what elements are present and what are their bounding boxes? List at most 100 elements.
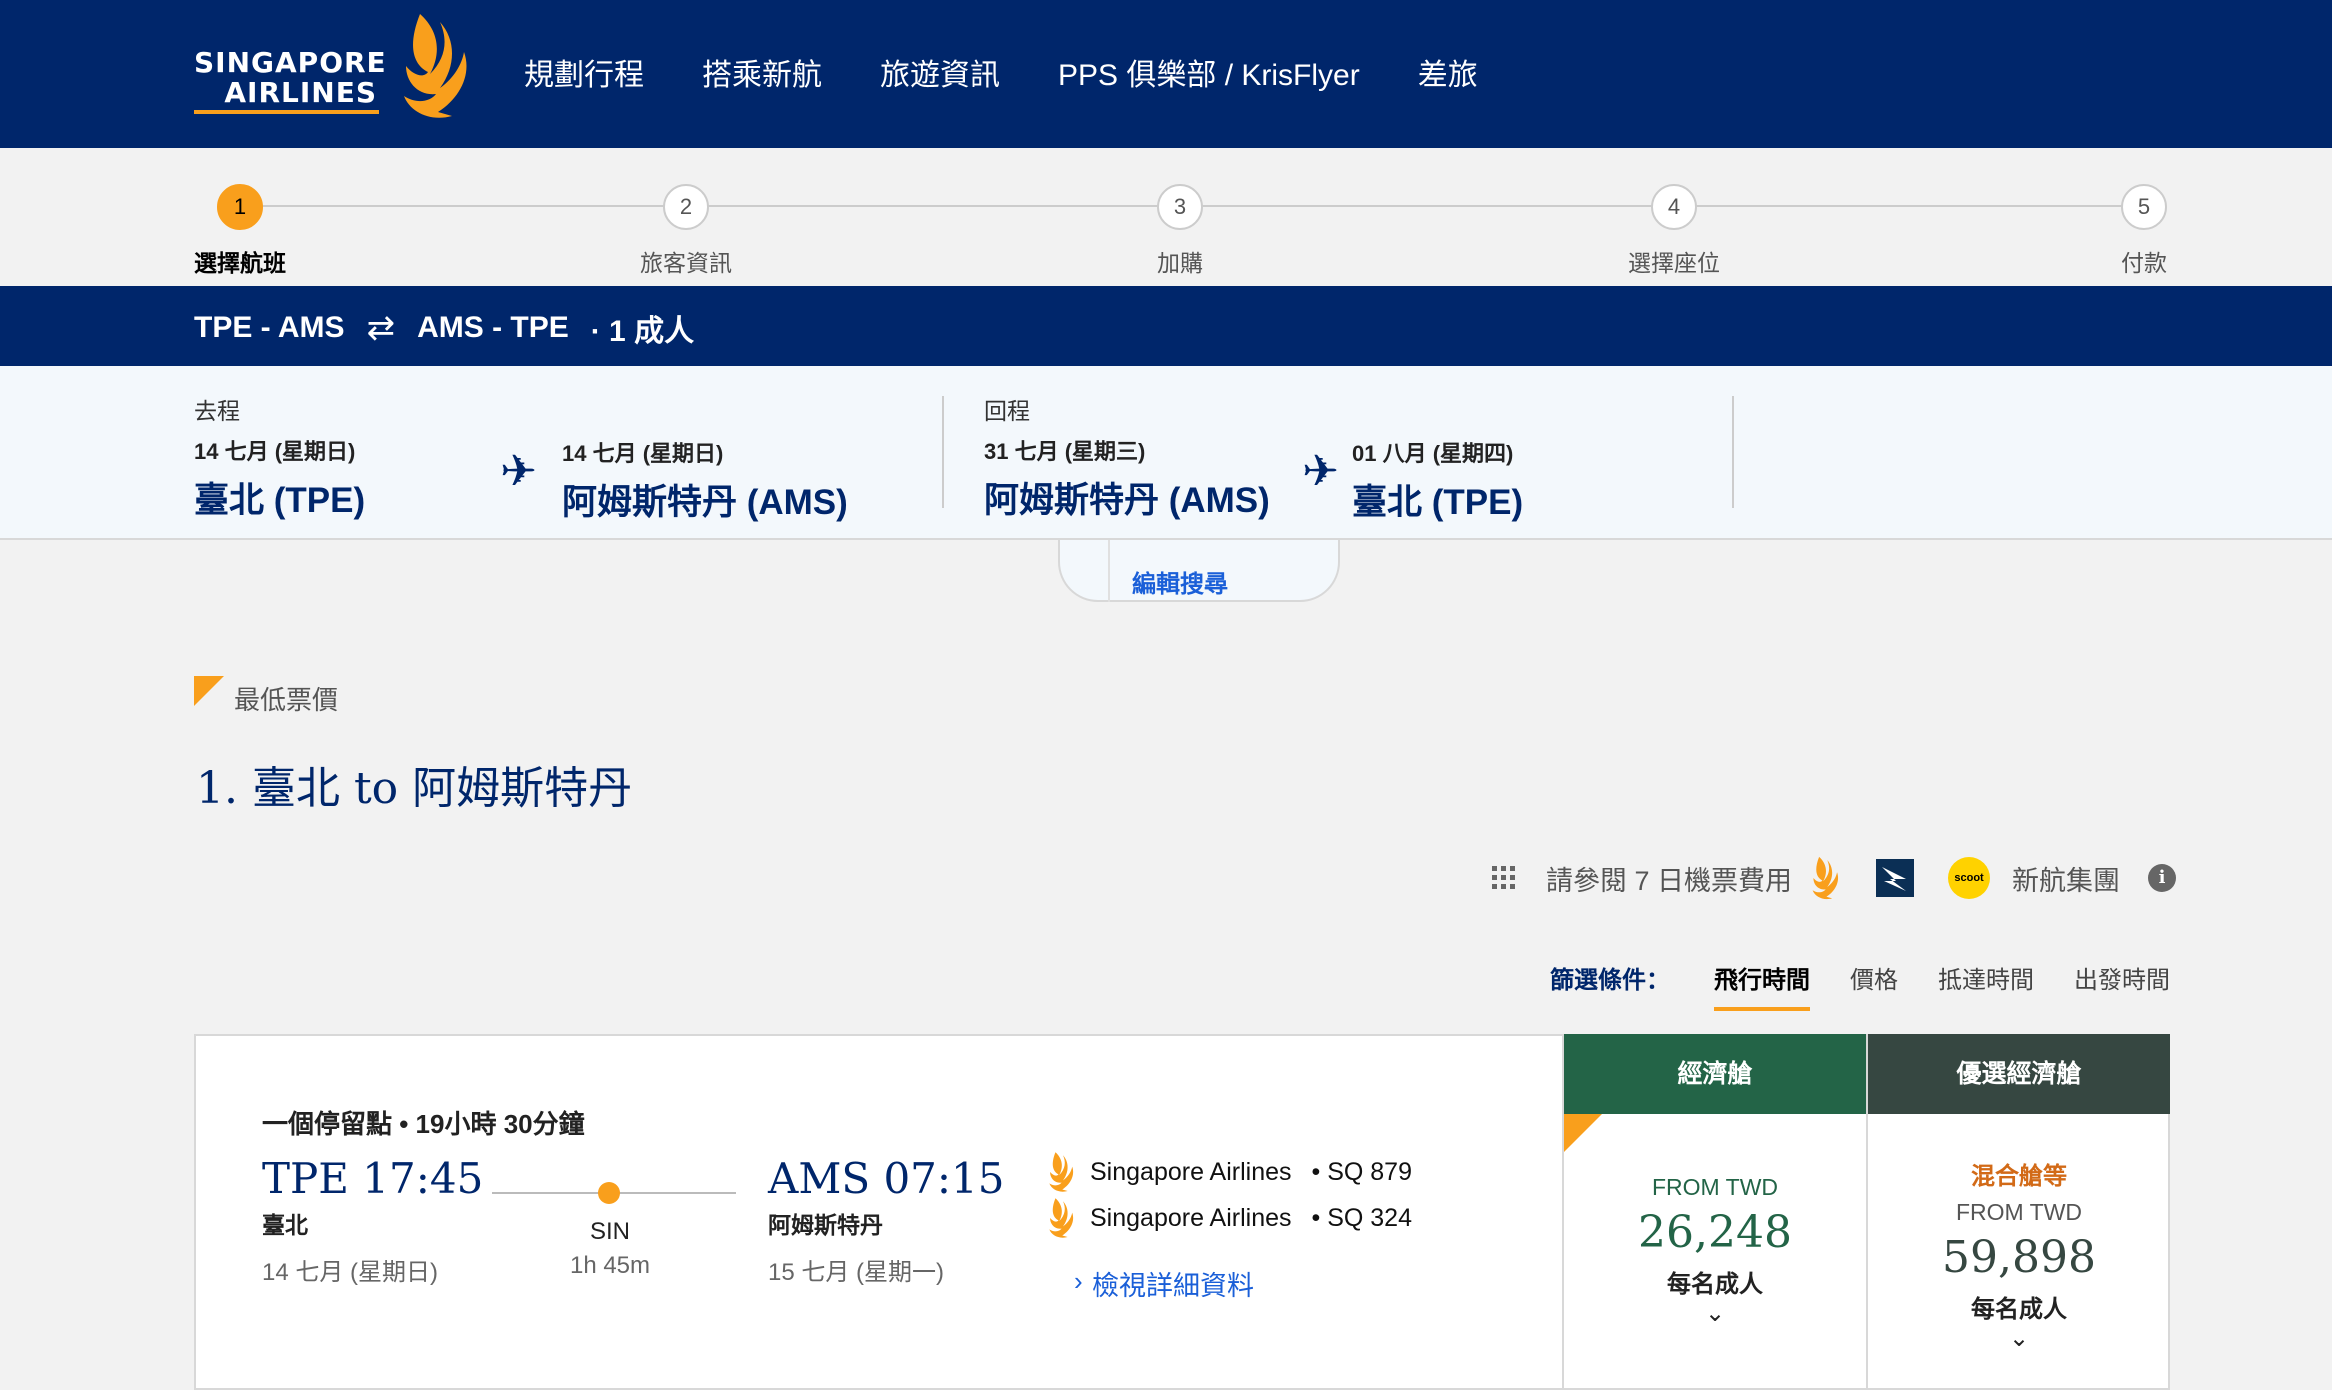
- nav-business-travel[interactable]: 差旅: [1418, 50, 1478, 94]
- chevron-down-icon: ⌄: [1704, 1300, 1726, 1327]
- return-dep-date: 31 七月 (星期三): [984, 439, 1146, 464]
- arrival-time: AMS 07:15: [768, 1154, 1005, 1203]
- premium-price: 59,898: [1942, 1232, 2096, 1283]
- route-summary-bar: TPE - AMS ⇄ AMS - TPE · 1 成人: [0, 286, 2332, 366]
- lowest-fare-label: 最低票價: [234, 685, 339, 715]
- swap-icon: ⇄: [366, 309, 396, 347]
- nav-travel-info[interactable]: 旅遊資訊: [880, 50, 1000, 94]
- chevron-right-icon: ›: [1074, 1266, 1083, 1296]
- airplane-icon: ✈: [1302, 447, 1339, 496]
- route-summary: TPE - AMS ⇄ AMS - TPE · 1 成人: [194, 306, 694, 350]
- outbound-arrival: 14 七月 (星期日) 阿姆斯特丹 (AMS): [562, 428, 848, 525]
- outbound-arr-city: 阿姆斯特丹 (AMS): [562, 483, 848, 522]
- singapore-airlines-logo[interactable]: SINGAPORE AIRLINES: [194, 12, 474, 122]
- lowest-fare-flag-icon: [194, 676, 224, 706]
- trip-divider: [942, 396, 944, 508]
- view-details-link[interactable]: 檢視詳細資料: [1092, 1264, 1254, 1303]
- silkair-icon: [1876, 859, 1915, 897]
- step-label: 加購: [1157, 250, 1203, 276]
- step-select-seat: 4 選擇座位: [1628, 184, 1720, 278]
- economy-fare-column[interactable]: 經濟艙 FROM TWD 26,248 每名成人 ⌄: [1562, 1034, 1866, 1390]
- stops-duration: 一個停留點 • 19小時 30分鐘: [262, 1109, 585, 1139]
- scoot-icon: scoot: [1948, 857, 1991, 899]
- info-icon[interactable]: i: [2148, 864, 2177, 892]
- sort-flight-time[interactable]: 飛行時間: [1714, 960, 1810, 1011]
- sort-arrival-time[interactable]: 抵達時間: [1938, 960, 2034, 1007]
- carrier-name: Singapore Airlines: [1090, 1157, 1292, 1186]
- edit-search-button[interactable]: 編輯搜尋: [1110, 564, 1250, 599]
- stopover-duration: 1h 45m: [569, 1252, 651, 1279]
- carrier-name: Singapore Airlines: [1090, 1203, 1292, 1232]
- step-number: 3: [1157, 184, 1203, 230]
- arrival-city: 阿姆斯特丹: [768, 1212, 883, 1238]
- stopover-dot: [598, 1182, 620, 1204]
- outbound-departure: 去程 14 七月 (星期日) 臺北 (TPE): [194, 392, 365, 523]
- flight-result-card: 一個停留點 • 19小時 30分鐘 TPE 17:45 臺北 14 七月 (星期…: [194, 1034, 2170, 1390]
- trip-divider: [1732, 396, 1734, 508]
- step-number: 2: [663, 184, 709, 230]
- top-navigation-bar: SINGAPORE AIRLINES 規劃行程 搭乘新航 旅遊資訊 PPS 俱樂…: [0, 0, 2332, 148]
- return-label: 回程: [984, 398, 1030, 424]
- departure-time: TPE 17:45: [262, 1154, 484, 1203]
- return-arr-date: 01 八月 (星期四): [1352, 441, 1514, 466]
- economy-per-adult: 每名成人: [1667, 1271, 1763, 1298]
- logo-line-1: SINGAPORE: [194, 46, 387, 79]
- economy-from-label: FROM TWD: [1651, 1174, 1779, 1200]
- premium-header: 優選經濟艙: [1868, 1034, 2170, 1114]
- route-outbound: TPE - AMS: [194, 311, 345, 344]
- return-dep-city: 阿姆斯特丹 (AMS): [984, 481, 1270, 520]
- logo-line-2: AIRLINES: [224, 76, 377, 109]
- step-passenger-info: 2 旅客資訊: [640, 184, 732, 278]
- singapore-airlines-icon: [1049, 1198, 1074, 1238]
- trip-summary: 去程 14 七月 (星期日) 臺北 (TPE) ✈ 14 七月 (星期日) 阿姆…: [0, 366, 2332, 540]
- return-arr-city: 臺北 (TPE): [1352, 483, 1524, 522]
- sia-group-label: 新航集團: [2012, 865, 2121, 896]
- step-add-ons: 3 加購: [1157, 184, 1203, 278]
- stopover-code: SIN: [589, 1218, 630, 1245]
- sort-price[interactable]: 價格: [1850, 960, 1898, 1007]
- outbound-arr-date: 14 七月 (星期日): [562, 441, 724, 466]
- sort-label: 篩選條件：: [1550, 967, 1670, 994]
- sort-options: 篩選條件： 飛行時間 價格 抵達時間 出發時間: [1550, 960, 2170, 1011]
- main-navigation: 規劃行程 搭乘新航 旅遊資訊 PPS 俱樂部 / KrisFlyer 差旅: [524, 50, 1478, 94]
- nav-pps-krisflyer[interactable]: PPS 俱樂部 / KrisFlyer: [1058, 50, 1360, 94]
- step-number: 5: [2121, 184, 2167, 230]
- step-payment: 5 付款: [2121, 184, 2167, 278]
- calendar-icon[interactable]: [1490, 864, 1518, 892]
- departure-city: 臺北: [262, 1212, 308, 1238]
- step-select-flight: 1 選擇航班: [194, 184, 286, 278]
- nav-travel-with-sia[interactable]: 搭乘新航: [702, 50, 822, 94]
- mixed-cabin-label: 混合艙等: [1971, 1163, 2067, 1190]
- return-departure: 回程 31 七月 (星期三) 阿姆斯特丹 (AMS): [984, 392, 1270, 523]
- premium-from-label: FROM TWD: [1955, 1199, 2083, 1225]
- premium-per-adult: 每名成人: [1971, 1296, 2067, 1323]
- outbound-label: 去程: [194, 398, 240, 424]
- route-inbound: AMS - TPE: [417, 311, 569, 344]
- passenger-count: · 1 成人: [590, 315, 695, 348]
- sort-departure-time[interactable]: 出發時間: [2074, 960, 2170, 1007]
- flight-number: • SQ 324: [1311, 1203, 1412, 1232]
- seven-day-fares-link[interactable]: 請參閱 7 日機票費用: [1546, 859, 1792, 898]
- step-number: 1: [217, 184, 263, 230]
- departure-date: 14 七月 (星期日): [262, 1259, 439, 1286]
- logo-wordmark: SINGAPORE AIRLINES: [194, 48, 387, 108]
- logo-underline: [194, 110, 379, 114]
- singapore-airlines-icon: [1812, 856, 1839, 900]
- nav-plan-travel[interactable]: 規劃行程: [524, 50, 644, 94]
- step-label: 選擇航班: [194, 250, 286, 276]
- economy-price: 26,248: [1638, 1207, 1792, 1258]
- carrier-row: Singapore Airlines • SQ 879: [1044, 1150, 1412, 1194]
- economy-header: 經濟艙: [1564, 1034, 1866, 1114]
- section-title: 1. 臺北 to 阿姆斯特丹: [196, 763, 633, 814]
- premium-economy-fare-column[interactable]: 優選經濟艙 混合艙等 FROM TWD 59,898 每名成人 ⌄: [1866, 1034, 2170, 1390]
- arrival-date: 15 七月 (星期一): [768, 1259, 945, 1286]
- outbound-dep-date: 14 七月 (星期日): [194, 439, 356, 464]
- flight-number: • SQ 879: [1311, 1157, 1412, 1186]
- singapore-airlines-icon: [1049, 1152, 1074, 1192]
- lowest-fare-corner-icon: [1564, 1114, 1602, 1152]
- carrier-row: Singapore Airlines • SQ 324: [1044, 1196, 1412, 1240]
- step-number: 4: [1651, 184, 1697, 230]
- outbound-dep-city: 臺北 (TPE): [194, 481, 366, 520]
- step-label: 付款: [2121, 250, 2167, 276]
- step-label: 選擇座位: [1628, 250, 1720, 276]
